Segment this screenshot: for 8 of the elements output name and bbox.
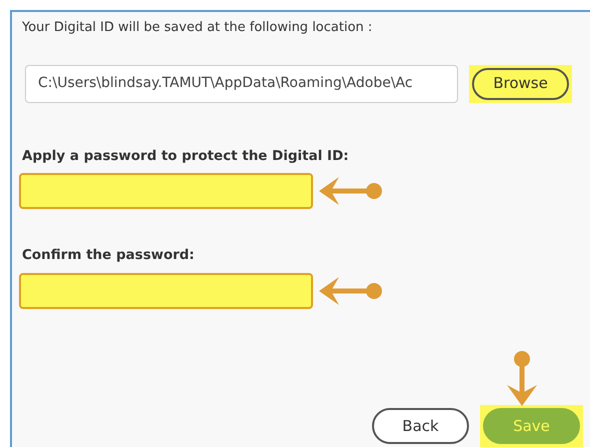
- path-field[interactable]: C:\Users\blindsay.TAMUT\AppData\Roaming\Adobe\Ac: [25, 64, 458, 102]
- field-label: Apply a password to protect the Digital ID:: [22, 146, 349, 166]
- password-field[interactable]: [19, 272, 313, 308]
- password-field[interactable]: [19, 173, 313, 209]
- browse-button[interactable]: Browse: [472, 68, 569, 100]
- location-label: Your Digital ID will be saved at the following location :: [22, 19, 372, 37]
- back-button[interactable]: Back: [372, 408, 469, 444]
- field-label: Confirm the password:: [22, 246, 194, 265]
